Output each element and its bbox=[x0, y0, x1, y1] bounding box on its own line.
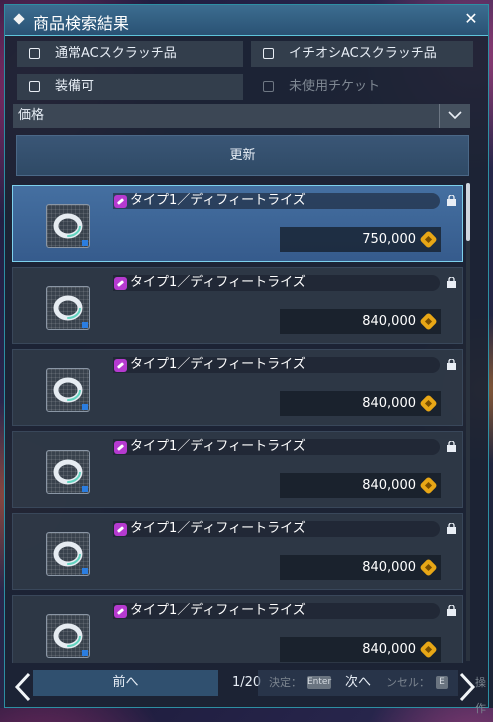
ring-item-icon bbox=[53, 377, 83, 403]
item-price: 840,000 bbox=[362, 560, 416, 575]
refresh-button[interactable]: 更新 bbox=[16, 135, 469, 176]
item-price-box: 840,000 bbox=[280, 473, 441, 498]
filter-equippable[interactable]: 装備可 bbox=[17, 74, 243, 100]
item-badge bbox=[82, 240, 88, 246]
lock-icon bbox=[447, 523, 456, 534]
ring-item-icon bbox=[53, 541, 83, 567]
list-item[interactable]: タイプ1／ディフィートライズ 840,000 bbox=[12, 267, 463, 344]
meseta-coin-icon bbox=[419, 476, 438, 495]
list-item[interactable]: タイプ1／ディフィートライズ 840,000 bbox=[12, 513, 463, 590]
prev-page-button[interactable]: 前へ bbox=[33, 670, 218, 696]
sort-select[interactable]: 価格 bbox=[13, 104, 470, 128]
weapon-type-icon bbox=[114, 523, 127, 536]
lock-icon bbox=[447, 605, 456, 616]
filter-unused-ticket: 未使用チケット bbox=[251, 74, 473, 100]
item-thumbnail bbox=[46, 368, 90, 412]
filter-label: 装備可 bbox=[55, 79, 95, 94]
title-bar: 商品検索結果 ✕ bbox=[5, 5, 488, 36]
item-badge bbox=[82, 650, 88, 656]
item-badge bbox=[82, 322, 88, 328]
dropdown-toggle[interactable] bbox=[439, 104, 470, 128]
item-price: 840,000 bbox=[362, 314, 416, 329]
item-list: タイプ1／ディフィートライズ 750,000 タイプ1／ディフィートライズ 84… bbox=[12, 181, 464, 663]
item-badge bbox=[82, 404, 88, 410]
weapon-type-icon bbox=[114, 277, 127, 290]
scrollbar-thumb[interactable] bbox=[466, 183, 470, 241]
filter-recommended-ac-scratch[interactable]: イチオシACスクラッチ品 bbox=[251, 41, 473, 67]
lock-icon bbox=[447, 359, 456, 370]
meseta-coin-icon bbox=[419, 558, 438, 577]
hint-cancel: ンセル： bbox=[386, 676, 430, 689]
meseta-coin-icon bbox=[419, 394, 438, 413]
checkbox-icon bbox=[263, 81, 274, 92]
hint-operate: 操作 bbox=[475, 676, 486, 715]
item-price-box: 840,000 bbox=[280, 555, 441, 580]
item-thumbnail bbox=[46, 204, 90, 248]
lock-icon bbox=[447, 195, 456, 206]
title-diamond-icon bbox=[13, 13, 25, 25]
meseta-coin-icon bbox=[419, 230, 438, 249]
filter-normal-ac-scratch[interactable]: 通常ACスクラッチ品 bbox=[17, 41, 243, 67]
item-price: 840,000 bbox=[362, 478, 416, 493]
enter-key-icon: Enter bbox=[307, 676, 332, 689]
ring-item-icon bbox=[53, 623, 83, 649]
pagination-footer: 前へ 1/20 次へ 決定： Enter ンセル： E 操作 bbox=[0, 666, 493, 715]
item-price-box: 840,000 bbox=[280, 391, 441, 416]
item-price: 750,000 bbox=[362, 232, 416, 247]
cancel-key-icon: E bbox=[436, 676, 448, 689]
page-indicator: 1/20 bbox=[232, 675, 262, 690]
item-badge bbox=[82, 568, 88, 574]
item-price-box: 750,000 bbox=[280, 227, 441, 252]
item-thumbnail bbox=[46, 450, 90, 494]
hint-decide: 決定： bbox=[269, 676, 302, 689]
item-name: タイプ1／ディフィートライズ bbox=[130, 603, 306, 618]
chevron-down-icon bbox=[448, 111, 462, 120]
filter-label: 未使用チケット bbox=[289, 79, 381, 94]
close-icon[interactable]: ✕ bbox=[462, 10, 480, 28]
filter-label: 通常ACスクラッチ品 bbox=[55, 46, 177, 61]
filter-label: イチオシACスクラッチ品 bbox=[289, 46, 437, 61]
ring-item-icon bbox=[53, 213, 83, 239]
weapon-type-icon bbox=[114, 441, 127, 454]
item-name: タイプ1／ディフィートライズ bbox=[130, 439, 306, 454]
item-name: タイプ1／ディフィートライズ bbox=[130, 193, 306, 208]
item-name: タイプ1／ディフィートライズ bbox=[130, 521, 306, 536]
weapon-type-icon bbox=[114, 195, 127, 208]
ring-item-icon bbox=[53, 459, 83, 485]
checkbox-icon[interactable] bbox=[263, 48, 274, 59]
item-name: タイプ1／ディフィートライズ bbox=[130, 275, 306, 290]
lock-icon bbox=[447, 277, 456, 288]
list-scrollbar[interactable] bbox=[466, 183, 470, 661]
weapon-type-icon bbox=[114, 359, 127, 372]
window-title: 商品検索結果 bbox=[33, 14, 130, 33]
item-name: タイプ1／ディフィートライズ bbox=[130, 357, 306, 372]
item-thumbnail bbox=[46, 532, 90, 576]
arrow-right-icon[interactable] bbox=[458, 672, 476, 702]
weapon-type-icon bbox=[114, 605, 127, 618]
meseta-coin-icon bbox=[419, 640, 438, 659]
item-thumbnail bbox=[46, 286, 90, 330]
item-thumbnail bbox=[46, 614, 90, 658]
lock-icon bbox=[447, 441, 456, 452]
checkbox-icon[interactable] bbox=[29, 48, 40, 59]
list-item[interactable]: タイプ1／ディフィートライズ 840,000 bbox=[12, 431, 463, 508]
checkbox-icon[interactable] bbox=[29, 81, 40, 92]
item-badge bbox=[82, 486, 88, 492]
item-price-box: 840,000 bbox=[280, 637, 441, 662]
arrow-left-icon[interactable] bbox=[14, 672, 32, 702]
item-price: 840,000 bbox=[362, 642, 416, 657]
item-price-box: 840,000 bbox=[280, 309, 441, 334]
list-item[interactable]: タイプ1／ディフィートライズ 840,000 bbox=[12, 349, 463, 426]
meseta-coin-icon bbox=[419, 312, 438, 331]
item-price: 840,000 bbox=[362, 396, 416, 411]
sort-selected-value: 価格 bbox=[18, 108, 45, 123]
list-item[interactable]: タイプ1／ディフィートライズ 840,000 bbox=[12, 595, 463, 663]
list-item[interactable]: タイプ1／ディフィートライズ 750,000 bbox=[12, 185, 463, 262]
ring-item-icon bbox=[53, 295, 83, 321]
